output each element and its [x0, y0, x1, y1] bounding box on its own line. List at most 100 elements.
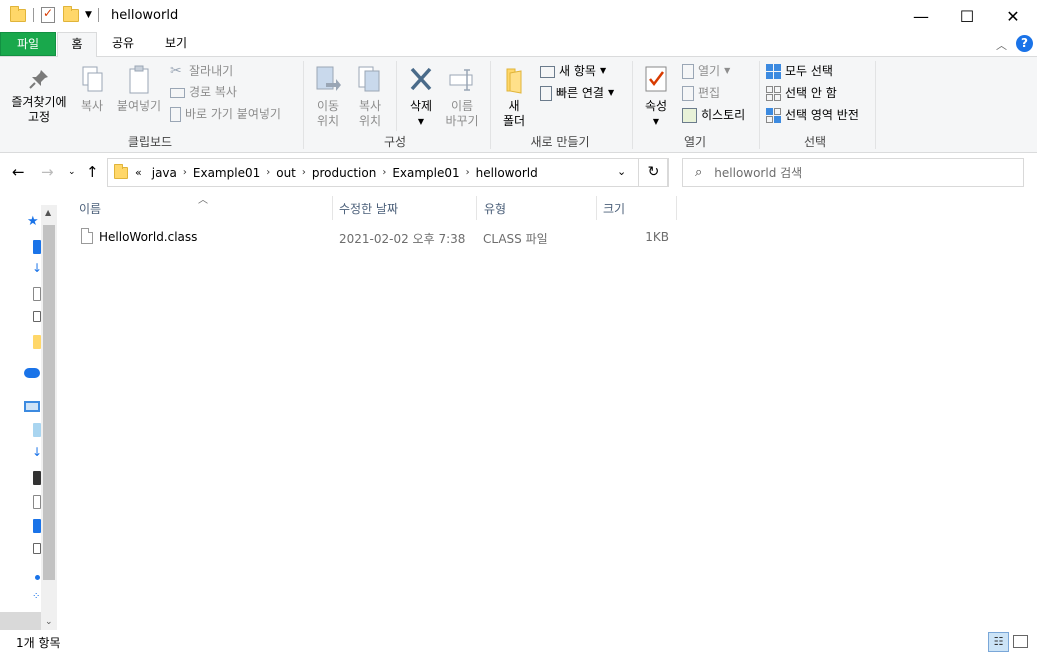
- column-header-name[interactable]: 이름: [79, 200, 101, 217]
- documents-icon[interactable]: [33, 495, 41, 509]
- column-header-type[interactable]: 유형: [484, 200, 506, 217]
- tab-file[interactable]: 파일: [0, 32, 56, 56]
- copy-path-button[interactable]: 경로 복사: [170, 84, 237, 100]
- delete-dropdown-icon[interactable]: ▼: [402, 114, 440, 129]
- move-to-button[interactable]: 이동 위치: [309, 65, 347, 129]
- column-header-size[interactable]: 크기: [603, 200, 625, 217]
- breadcrumb-java[interactable]: java: [152, 166, 177, 180]
- copy-to-icon: [358, 66, 380, 92]
- folder-icon[interactable]: [33, 335, 41, 349]
- close-button[interactable]: ✕: [990, 0, 1036, 32]
- address-bar[interactable]: « java › Example01 › out › production › …: [107, 158, 668, 187]
- horizontal-scrollbar[interactable]: [0, 612, 41, 630]
- invert-selection-label: 선택 영역 반전: [785, 108, 859, 122]
- open-icon: [682, 63, 694, 79]
- new-folder-icon[interactable]: [63, 5, 79, 22]
- column-divider[interactable]: [332, 196, 333, 220]
- tab-home[interactable]: 홈: [57, 32, 97, 57]
- properties-button[interactable]: 속성 ▼: [638, 65, 674, 129]
- overflow-crumbs[interactable]: «: [135, 166, 142, 179]
- help-icon[interactable]: ?: [1016, 35, 1033, 52]
- 3d-objects-icon[interactable]: [33, 423, 41, 437]
- properties-dropdown-icon[interactable]: ▼: [638, 114, 674, 129]
- properties-icon[interactable]: [41, 6, 55, 23]
- edit-button[interactable]: 편집: [682, 85, 720, 101]
- scroll-down-icon[interactable]: ⌄: [45, 617, 53, 627]
- history-button[interactable]: 히스토리: [682, 107, 745, 123]
- search-input[interactable]: ⌕ helloworld 검색: [682, 158, 1024, 187]
- collapse-ribbon-icon[interactable]: ︿: [996, 37, 1007, 53]
- column-divider[interactable]: [596, 196, 597, 220]
- folder-icon: [114, 163, 128, 179]
- onedrive-icon[interactable]: [24, 368, 40, 378]
- cut-button[interactable]: ✂ 잘라내기: [170, 63, 233, 79]
- clipboard-group-label: 클립보드: [127, 135, 173, 149]
- copy-button[interactable]: 복사: [75, 65, 109, 114]
- delete-button[interactable]: 삭제 ▼: [402, 65, 440, 129]
- paste-button[interactable]: 붙여넣기: [112, 65, 166, 114]
- select-group-label: 선택: [803, 135, 827, 149]
- quick-access-icon[interactable]: ★: [27, 214, 39, 229]
- maximize-button[interactable]: ☐: [944, 0, 990, 32]
- videos-icon[interactable]: [33, 471, 41, 485]
- properties-icon: [645, 66, 667, 92]
- breadcrumb-example01[interactable]: Example01: [193, 166, 260, 180]
- breadcrumb-out[interactable]: out: [276, 166, 296, 180]
- invert-selection-button[interactable]: 선택 영역 반전: [766, 107, 859, 123]
- chevron-right-icon[interactable]: ›: [302, 167, 306, 178]
- pictures-icon[interactable]: [33, 311, 41, 322]
- breadcrumb-helloworld[interactable]: helloworld: [476, 166, 538, 180]
- breadcrumb-example01-2[interactable]: Example01: [392, 166, 459, 180]
- large-icons-view-icon[interactable]: [1013, 635, 1028, 648]
- copy-to-button[interactable]: 복사 위치: [351, 65, 389, 129]
- column-divider[interactable]: [676, 196, 677, 220]
- history-label: 히스토리: [701, 108, 746, 122]
- recent-locations-icon[interactable]: ⌄: [68, 167, 76, 177]
- local-disk-icon[interactable]: ⁘: [32, 591, 40, 602]
- select-all-button[interactable]: 모두 선택: [766, 63, 833, 79]
- documents-icon[interactable]: [33, 287, 41, 301]
- music-icon[interactable]: [35, 575, 40, 580]
- minimize-button[interactable]: —: [898, 0, 944, 32]
- organize-group-label: 구성: [383, 135, 407, 149]
- address-dropdown-icon[interactable]: ⌄: [617, 165, 626, 178]
- file-row[interactable]: HelloWorld.class 2021-02-02 오후 7:38 CLAS…: [76, 226, 676, 248]
- paste-shortcut-button[interactable]: 바로 가기 붙여넣기: [170, 106, 281, 122]
- chevron-right-icon[interactable]: ›: [266, 167, 270, 178]
- open-button[interactable]: 열기 ▼: [682, 63, 730, 79]
- scroll-up-icon[interactable]: ▲: [45, 208, 51, 217]
- back-icon[interactable]: ←: [12, 163, 25, 181]
- select-none-icon: [766, 85, 781, 101]
- scrollbar-thumb[interactable]: [43, 225, 55, 580]
- chevron-right-icon[interactable]: ›: [183, 167, 187, 178]
- new-folder-icon: [506, 68, 522, 94]
- column-header-date[interactable]: 수정한 날짜: [339, 200, 398, 217]
- column-divider[interactable]: [476, 196, 477, 220]
- quick-access-toolbar: ▼: [10, 5, 106, 23]
- chevron-right-icon[interactable]: ›: [466, 167, 470, 178]
- this-pc-icon[interactable]: [24, 401, 40, 412]
- breadcrumb-production[interactable]: production: [312, 166, 376, 180]
- new-item-button[interactable]: 새 항목 ▼: [540, 63, 606, 79]
- forward-icon[interactable]: →: [41, 163, 54, 181]
- desktop-icon[interactable]: [33, 519, 41, 533]
- refresh-icon[interactable]: ↻: [638, 158, 669, 187]
- edit-label: 편집: [698, 86, 721, 100]
- divider: [97, 8, 99, 22]
- new-folder-button[interactable]: 새 폴더: [496, 65, 532, 129]
- pin-to-quick-access-button[interactable]: 즐겨찾기에 고정: [4, 67, 74, 125]
- open-label: 열기: [698, 64, 721, 78]
- select-none-button[interactable]: 선택 안 함: [766, 85, 837, 101]
- pictures-icon[interactable]: [33, 543, 41, 554]
- file-type: CLASS 파일: [483, 232, 548, 246]
- up-icon[interactable]: ↑: [86, 163, 99, 181]
- tab-share[interactable]: 공유: [101, 32, 145, 56]
- tab-view[interactable]: 보기: [154, 32, 198, 56]
- easy-access-button[interactable]: 빠른 연결 ▼: [540, 85, 614, 101]
- rename-button[interactable]: 이름 바꾸기: [442, 65, 482, 129]
- details-view-icon[interactable]: ☷: [988, 632, 1009, 652]
- new-item-label: 새 항목: [559, 64, 596, 78]
- desktop-icon[interactable]: [33, 240, 41, 254]
- customize-quick-access-icon[interactable]: ▼: [85, 10, 92, 20]
- chevron-right-icon[interactable]: ›: [382, 167, 386, 178]
